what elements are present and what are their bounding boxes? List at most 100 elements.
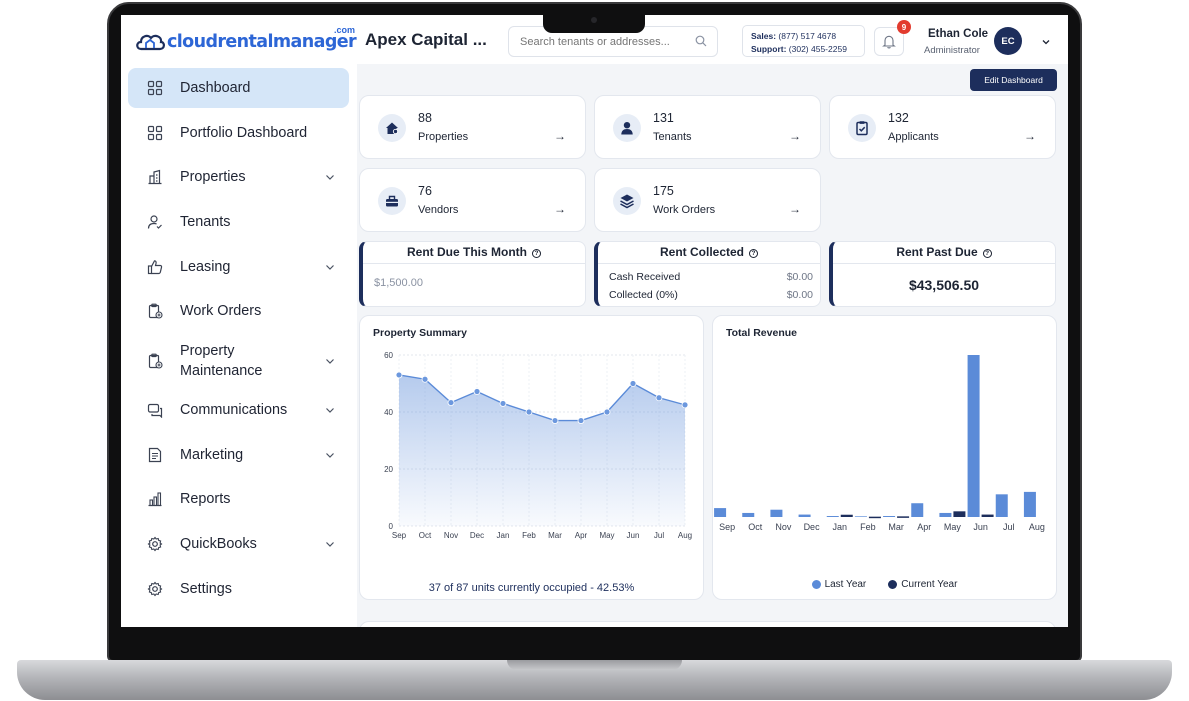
stat-card-properties[interactable]: 88 Properties → (359, 95, 586, 159)
bar-last-year[interactable] (1023, 491, 1036, 517)
rent-collected-card[interactable]: Rent Collected? Cash Received $0.00 Colle… (594, 241, 821, 307)
bar-last-year[interactable] (714, 508, 727, 517)
bar-current-year[interactable] (840, 514, 853, 517)
company-name[interactable]: Apex Capital ... (365, 30, 487, 50)
support-phone[interactable]: (302) 455-2259 (789, 44, 847, 54)
bar-current-year[interactable] (868, 516, 881, 519)
grid-icon (147, 125, 163, 140)
legend-last-year[interactable]: Last Year (811, 579, 866, 590)
stat-value: 131 (653, 111, 674, 125)
sidebar-nav: Dashboard Portfolio Dashboard Properties Te… (128, 68, 349, 613)
x-tick-label: Sep (392, 531, 407, 540)
sidebar-item-portfolio-dashboard[interactable]: Portfolio Dashboard (128, 113, 349, 153)
bar-last-year[interactable] (854, 516, 867, 517)
person-check-icon (147, 215, 162, 229)
bar-last-year[interactable] (939, 512, 952, 517)
bar-last-year[interactable] (883, 516, 896, 517)
edit-dashboard-button[interactable]: Edit Dashboard (970, 69, 1057, 91)
support-label: Support: (751, 43, 787, 54)
chevron-down-icon[interactable] (324, 355, 336, 367)
bar-last-year[interactable] (798, 514, 811, 517)
data-point[interactable] (395, 371, 403, 379)
arrow-right-icon[interactable]: → (789, 129, 801, 143)
y-tick-label: 40 (384, 408, 393, 417)
stat-card-applicants[interactable]: 132 Applicants → (829, 95, 1056, 159)
bar-last-year[interactable] (826, 516, 839, 517)
data-point[interactable] (499, 400, 507, 407)
x-tick-label: Feb (860, 522, 876, 532)
sidebar-item-label: Tenants (180, 214, 231, 231)
sidebar-item-property-maintenance[interactable]: Property Maintenance (128, 336, 349, 385)
bar-last-year[interactable] (967, 355, 980, 517)
data-point[interactable] (473, 388, 481, 395)
sidebar-item-work-orders[interactable]: Work Orders (128, 291, 349, 331)
data-point[interactable] (655, 394, 663, 402)
stat-card-vendors[interactable]: 76 Vendors → (359, 168, 586, 232)
sidebar-item-reports[interactable]: Reports (128, 479, 349, 519)
bar-last-year[interactable] (995, 494, 1008, 517)
document-icon (148, 447, 162, 462)
data-point[interactable] (421, 375, 429, 383)
user-name[interactable]: Ethan Cole (928, 28, 988, 40)
sales-phone[interactable]: (877) 517 4678 (778, 31, 836, 41)
bar-current-year[interactable] (953, 511, 966, 517)
data-point[interactable] (551, 417, 559, 424)
sales-label: Sales: (751, 31, 777, 41)
sidebar-item-communications[interactable]: Communications (128, 390, 349, 430)
x-tick-label: May (944, 522, 962, 532)
chevron-down-icon[interactable] (324, 261, 336, 273)
chevron-down-icon[interactable] (324, 538, 336, 550)
rent-past-due-amount: $43,506.50 (908, 277, 980, 293)
arrow-right-icon[interactable]: → (789, 202, 801, 216)
logo-suffix: .com (334, 25, 356, 35)
legend-label: Current Year (901, 579, 958, 590)
data-point[interactable] (681, 401, 689, 409)
search-icon[interactable] (695, 35, 707, 47)
chevron-down-icon[interactable] (324, 171, 336, 183)
data-point[interactable] (603, 408, 611, 416)
help-icon[interactable]: ? (749, 249, 758, 258)
sidebar-item-tenants[interactable]: Tenants (128, 202, 349, 242)
chevron-down-icon[interactable] (324, 404, 336, 416)
help-icon[interactable]: ? (982, 249, 992, 258)
legend-current-year[interactable]: Current Year (888, 579, 957, 590)
arrow-right-icon[interactable]: → (554, 202, 566, 216)
arrow-right-icon[interactable]: → (554, 129, 566, 143)
sidebar-item-dashboard[interactable]: Dashboard (128, 68, 349, 108)
data-point[interactable] (525, 408, 533, 416)
grid-icon (147, 80, 163, 96)
chart-legend: Last Year Current Year (713, 579, 1056, 590)
data-point[interactable] (629, 380, 637, 387)
rent-past-due-title: Rent Past Due? (833, 242, 1055, 264)
bar-current-year[interactable] (897, 516, 910, 518)
x-tick-label: Dec (470, 531, 484, 540)
data-point[interactable] (577, 417, 585, 424)
logo[interactable]: cloudrentalmanager .com (135, 25, 357, 57)
stat-card-work-orders[interactable]: 175 Work Orders → (594, 168, 821, 232)
bar-last-year[interactable] (911, 503, 924, 517)
rent-collected-title-text: Rent Collected (659, 245, 744, 259)
house-icon (378, 114, 406, 142)
bar-last-year[interactable] (742, 512, 755, 517)
sidebar-item-label: Portfolio Dashboard (180, 124, 308, 141)
bar-last-year[interactable] (770, 509, 783, 517)
bar-current-year[interactable] (981, 514, 994, 517)
property-summary-chart: 0 20 40 60 Sep Oct Nov Dec Jan Feb Mar Apr May Jun Jul… (384, 351, 692, 540)
clipboard-plus-icon (148, 353, 163, 369)
chevron-down-icon[interactable] (324, 449, 336, 461)
sidebar-item-properties[interactable]: Properties (128, 157, 349, 197)
avatar[interactable]: EC (994, 27, 1022, 55)
cash-received-row: Cash Received $0.00 (609, 271, 813, 283)
sidebar-item-quickbooks[interactable]: QuickBooks (128, 524, 349, 564)
x-tick-label: Sep (719, 522, 735, 532)
arrow-right-icon[interactable]: → (1024, 129, 1036, 143)
stat-card-tenants[interactable]: 131 Tenants → (594, 95, 821, 159)
chevron-down-icon[interactable] (1040, 36, 1052, 48)
sidebar-item-leasing[interactable]: Leasing (128, 247, 349, 287)
help-icon[interactable]: ? (532, 249, 541, 258)
data-point[interactable] (447, 399, 455, 406)
rent-past-due-card[interactable]: Rent Past Due? $43,506.50 (829, 241, 1056, 307)
rent-due-card[interactable]: Rent Due This Month? $1,500.00 (359, 241, 586, 307)
sidebar-item-marketing[interactable]: Marketing (128, 435, 349, 475)
sidebar-item-settings[interactable]: Settings (128, 569, 349, 609)
